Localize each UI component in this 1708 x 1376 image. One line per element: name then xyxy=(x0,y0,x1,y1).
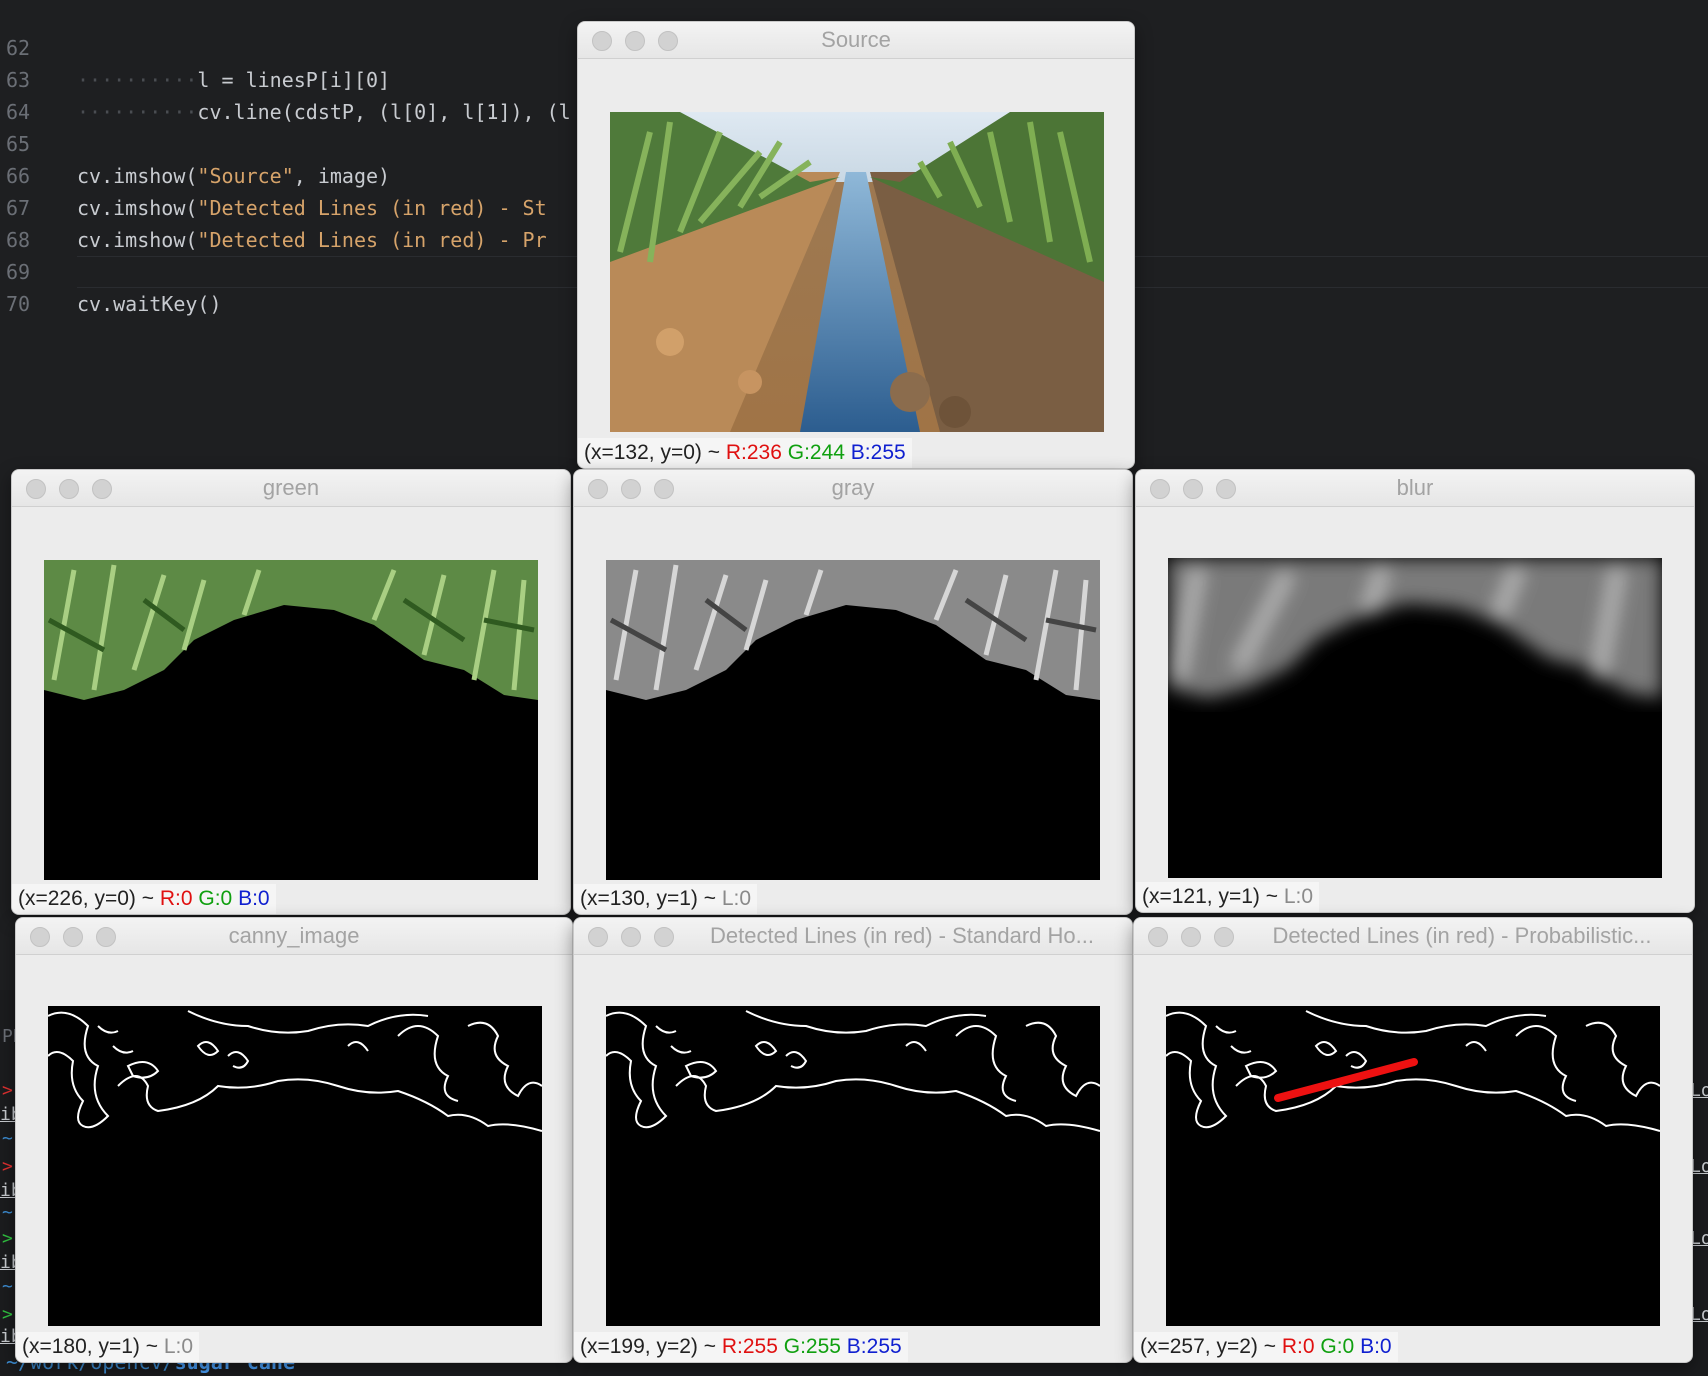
terminal-fragment: Lo xyxy=(1690,1304,1708,1325)
window-gray[interactable]: gray (x=130, y=1) ~ L:0 xyxy=(574,470,1132,914)
terminal-fragment: ~ xyxy=(2,1202,13,1223)
terminal-fragment: ~ xyxy=(2,1128,13,1149)
window-title: blur xyxy=(1396,475,1434,500)
green-mask-image[interactable] xyxy=(44,560,538,880)
gray-image[interactable] xyxy=(606,560,1100,880)
close-button[interactable] xyxy=(1148,927,1168,947)
minimize-button[interactable] xyxy=(1181,927,1201,947)
terminal-fragment: Lo xyxy=(1690,1156,1708,1177)
window-probabilistic-hough[interactable]: Detected Lines (in red) - Probabilistic.… xyxy=(1134,918,1692,1362)
status-bar: (x=257, y=2) ~ R:0 G:0 B:0 xyxy=(1134,1332,1398,1362)
zoom-button[interactable] xyxy=(1214,927,1234,947)
title-bar[interactable]: gray xyxy=(574,470,1132,507)
terminal-fragment: > xyxy=(2,1304,13,1325)
status-bar: (x=226, y=0) ~ R:0 G:0 B:0 xyxy=(12,884,276,914)
window-canny-image[interactable]: canny_image (x=180, y=1) ~ L:0 xyxy=(16,918,572,1362)
minimize-button[interactable] xyxy=(621,927,641,947)
title-bar[interactable]: green xyxy=(12,470,570,507)
window-title: Detected Lines (in red) - Standard Ho... xyxy=(710,923,1094,948)
status-bar: (x=132, y=0) ~ R:236 G:244 B:255 xyxy=(578,438,912,468)
code-text: cv.waitKey() xyxy=(77,292,222,316)
window-title: Source xyxy=(821,27,891,52)
zoom-button[interactable] xyxy=(654,927,674,947)
terminal-fragment: Lo xyxy=(1690,1228,1708,1249)
canny-edges-image[interactable] xyxy=(48,1006,542,1326)
title-bar[interactable]: blur xyxy=(1136,470,1694,507)
terminal-fragment: > xyxy=(2,1228,13,1249)
window-standard-hough[interactable]: Detected Lines (in red) - Standard Ho...… xyxy=(574,918,1132,1362)
window-title: gray xyxy=(831,475,875,500)
standard-hough-image[interactable] xyxy=(606,1006,1100,1326)
terminal-fragment: ~ xyxy=(2,1276,13,1297)
window-title: Detected Lines (in red) - Probabilistic.… xyxy=(1272,923,1652,948)
title-bar[interactable]: Detected Lines (in red) - Standard Ho... xyxy=(574,918,1132,955)
status-bar: (x=121, y=1) ~ L:0 xyxy=(1136,882,1320,912)
title-bar[interactable]: Source xyxy=(578,22,1134,59)
title-bar[interactable]: Detected Lines (in red) - Probabilistic.… xyxy=(1134,918,1692,955)
window-title: green xyxy=(262,475,320,500)
title-bar[interactable]: canny_image xyxy=(16,918,572,955)
terminal-fragment: > xyxy=(2,1080,13,1101)
status-bar: (x=180, y=1) ~ L:0 xyxy=(16,1332,200,1362)
terminal-fragment: Lo xyxy=(1690,1080,1708,1101)
line-number: 70 xyxy=(6,292,31,316)
terminal-fragment: > xyxy=(2,1156,13,1177)
window-blur[interactable]: blur (x=121, y=1) ~ L:0 xyxy=(1136,470,1694,912)
probabilistic-hough-image[interactable] xyxy=(1166,1006,1660,1326)
window-title: canny_image xyxy=(228,923,360,948)
blur-image[interactable] xyxy=(1168,558,1662,878)
window-source[interactable]: Source (x=132, y=0) ~ R:236 G:244 B:255 xyxy=(578,22,1134,468)
window-green[interactable]: green (x=226, y=0) ~ R:0 G:0 B:0 xyxy=(12,470,570,914)
source-image[interactable] xyxy=(610,112,1104,432)
status-bar: (x=130, y=1) ~ L:0 xyxy=(574,884,758,914)
status-bar: (x=199, y=2) ~ R:255 G:255 B:255 xyxy=(574,1332,908,1362)
close-button[interactable] xyxy=(588,927,608,947)
